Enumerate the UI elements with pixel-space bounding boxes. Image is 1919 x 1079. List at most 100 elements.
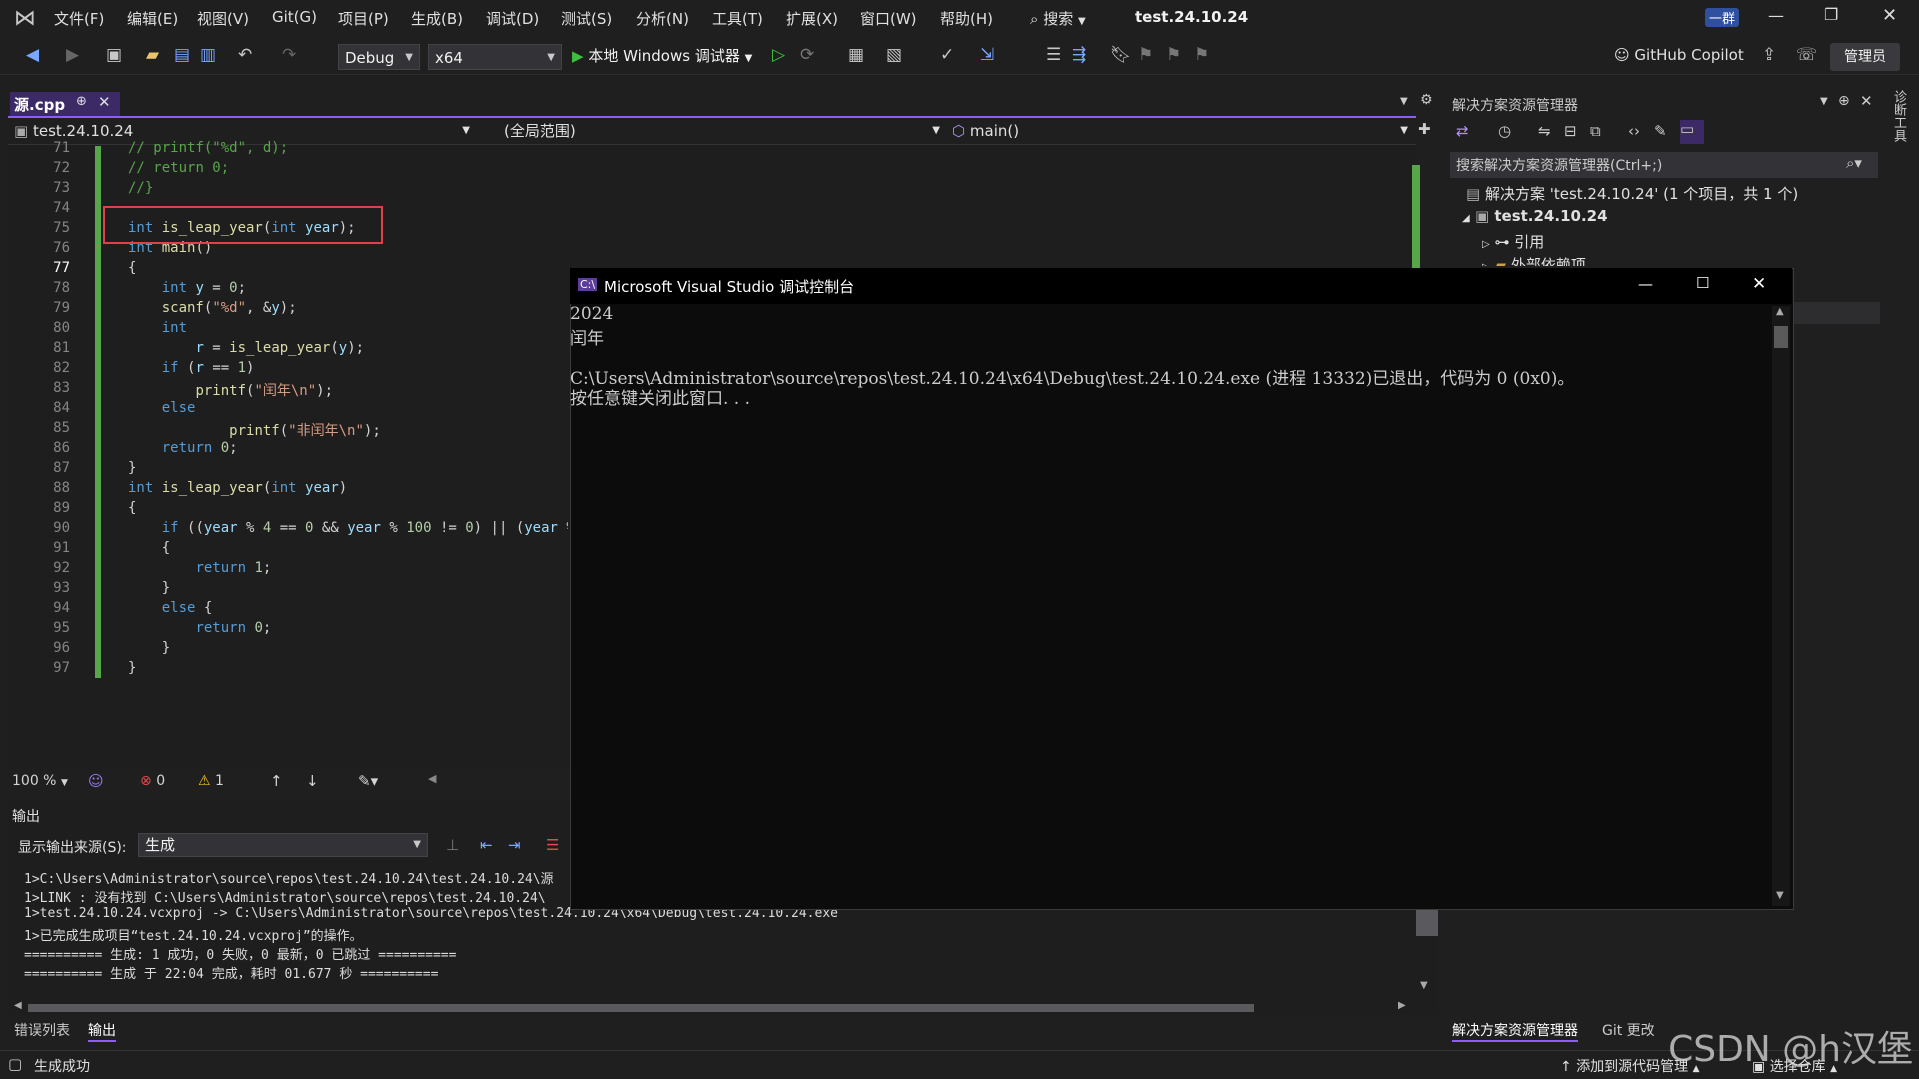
code-view-icon[interactable]: ‹› (1628, 122, 1640, 140)
code-line[interactable]: return 0; (128, 620, 271, 636)
hot-reload-icon[interactable]: ⟳ (800, 45, 814, 65)
down-arrow-icon[interactable]: ↓ (306, 772, 319, 790)
browse-icon[interactable]: ▧ (886, 45, 902, 65)
chevron-down-icon[interactable]: ▼ (1820, 96, 1828, 107)
config-select[interactable]: Debug ▼ (338, 44, 420, 70)
forward-icon[interactable]: ▶ (66, 45, 79, 65)
code-line[interactable]: //} (128, 180, 153, 196)
menu-view[interactable]: 视图(V) (197, 8, 249, 29)
properties-icon[interactable]: ✎ (1654, 122, 1667, 140)
vs-logo-icon[interactable]: ⋈ (14, 6, 40, 32)
close-icon[interactable]: ✕ (98, 93, 111, 111)
bookmark-clear-icon[interactable]: ⚑ (1194, 45, 1209, 65)
share-icon[interactable]: ⇪ (1762, 45, 1776, 65)
code-line[interactable]: int (128, 320, 187, 336)
scroll-left-icon[interactable]: ◀ (428, 772, 436, 785)
preview-icon[interactable]: ▭ (1680, 120, 1704, 144)
pin-icon[interactable]: ⊕ (1838, 93, 1850, 109)
menu-help[interactable]: 帮助(H) (940, 8, 993, 29)
code-line[interactable]: // printf("%d", d); (128, 140, 288, 156)
tab-output[interactable]: 输出 (88, 1020, 116, 1042)
code-line[interactable]: else (128, 400, 196, 416)
code-line[interactable]: r = is_leap_year(y); (128, 340, 364, 356)
nav-scope-select[interactable]: (全局范围) ▼ (504, 120, 940, 142)
code-line[interactable]: else { (128, 600, 213, 616)
platform-select[interactable]: x64 ▼ (428, 44, 562, 70)
maximize-icon[interactable]: ☐ (1696, 274, 1709, 292)
code-line[interactable]: } (128, 660, 136, 676)
solution-explorer-icon[interactable]: ▦ (848, 45, 864, 65)
se-search-input[interactable]: 搜索解决方案资源管理器(Ctrl+;) ⌕▾ (1450, 152, 1878, 178)
code-line[interactable]: } (128, 460, 136, 476)
open-icon[interactable]: ▰ (146, 45, 159, 65)
output-hscrollbar[interactable] (28, 1004, 1254, 1012)
pin-icon[interactable]: ⊕ (76, 94, 87, 109)
collapse-icon[interactable]: ⊟ (1564, 122, 1577, 140)
bookmark-prev-icon[interactable]: ⚑ (1138, 45, 1153, 65)
code-line[interactable]: printf("非闰年\n"); (128, 420, 381, 440)
history-icon[interactable]: ◷ (1498, 122, 1511, 140)
up-arrow-icon[interactable]: ↑ (270, 772, 283, 790)
code-line[interactable]: int is_leap_year(int year) (128, 480, 347, 496)
tab-error-list[interactable]: 错误列表 (14, 1020, 70, 1040)
close-icon[interactable]: ✕ (1752, 274, 1766, 294)
tab-source-cpp[interactable]: 源.cpp ⊕ ✕ (10, 92, 120, 116)
console-title-bar[interactable]: C:\ Microsoft Visual Studio 调试控制台 — ☐ ✕ (570, 268, 1792, 304)
switch-view-icon[interactable]: ⇋ (1538, 122, 1551, 140)
tab-solution-explorer[interactable]: 解决方案资源管理器 (1452, 1020, 1578, 1042)
menu-git[interactable]: Git(G) (272, 8, 317, 26)
code-line[interactable]: return 0; (128, 440, 238, 456)
solution-node[interactable]: ▤ 解决方案 'test.24.10.24' (1 个项目，共 1 个) (1466, 183, 1798, 204)
console-scrollbar[interactable]: ▲ ▼ (1772, 306, 1790, 906)
close-icon[interactable]: ✕ (1860, 92, 1873, 110)
code-line[interactable]: int y = 0; (128, 280, 246, 296)
code-line[interactable]: if (r == 1) (128, 360, 255, 376)
diagnostic-tools-side-tab[interactable]: 诊断工具 (1890, 90, 1908, 142)
code-line[interactable]: } (128, 640, 170, 656)
tab-list-chevron-icon[interactable]: ▼ (1400, 96, 1408, 107)
save-all-icon[interactable]: ▥ (200, 45, 216, 65)
menu-file[interactable]: 文件(F) (54, 8, 104, 29)
bookmark-next-icon[interactable]: ⚑ (1166, 45, 1181, 65)
bookmark-icon[interactable]: 🔖︎ (1110, 45, 1132, 65)
undo-icon[interactable]: ↶ (238, 45, 252, 65)
external-deps-node[interactable]: ▷ ▰ 外部依赖项 (1482, 254, 1586, 266)
close-icon[interactable]: ✕ (1882, 5, 1897, 26)
menu-debug[interactable]: 调试(D) (486, 8, 539, 29)
code-line[interactable]: printf("闰年\n"); (128, 380, 333, 400)
code-line[interactable]: } (128, 580, 170, 596)
code-line[interactable]: // return 0; (128, 160, 229, 176)
next-message-icon[interactable]: ⇥ (508, 836, 521, 854)
comment-icon[interactable]: ⇶ (1072, 45, 1086, 65)
scroll-right-icon[interactable]: ▶ (1398, 1000, 1406, 1011)
menu-edit[interactable]: 编辑(E) (127, 8, 178, 29)
error-count[interactable]: ⊗ 0 (140, 773, 165, 789)
step-icon[interactable]: ⇲ (980, 45, 994, 65)
code-line[interactable]: { (128, 540, 170, 556)
scroll-left-icon[interactable]: ◀ (14, 1000, 22, 1011)
scroll-down-icon[interactable]: ▼ (1420, 980, 1428, 991)
minimize-icon[interactable]: — (1638, 275, 1653, 293)
menu-analyze[interactable]: 分析(N) (636, 8, 689, 29)
start-without-debug-icon[interactable]: ▷ (772, 45, 785, 65)
nav-project-select[interactable]: ▣ test.24.10.24 ▼ (14, 120, 470, 142)
code-line[interactable]: scanf("%d", &y); (128, 300, 297, 316)
project-node[interactable]: ◢ ▣ test.24.10.24 (1462, 207, 1608, 225)
split-icon[interactable]: ✚ (1418, 120, 1431, 138)
new-project-icon[interactable]: ▣ (106, 45, 122, 65)
spell-check-icon[interactable]: ✓ (940, 45, 954, 65)
menu-test[interactable]: 测试(S) (561, 8, 612, 29)
code-cleanup-icon[interactable]: ✎▾ (358, 772, 378, 790)
console-scroll-thumb[interactable] (1774, 326, 1788, 348)
scroll-up-icon[interactable]: ▲ (1776, 306, 1784, 317)
tab-git-changes[interactable]: Git 更改 (1602, 1020, 1655, 1040)
code-line[interactable]: { (128, 500, 136, 516)
settings-gear-icon[interactable]: ⚙ (1420, 92, 1433, 108)
zoom-select[interactable]: 100 % ▼ (12, 773, 68, 789)
start-debug-button[interactable]: ▶ 本地 Windows 调试器 ▼ (572, 45, 752, 66)
code-line[interactable]: { (128, 260, 136, 276)
sync-icon[interactable]: ⇄ (1456, 122, 1469, 140)
github-copilot-button[interactable]: ☺ GitHub Copilot (1614, 46, 1744, 64)
editor-scrollbar[interactable] (1412, 165, 1420, 275)
menu-extensions[interactable]: 扩展(X) (786, 8, 838, 29)
